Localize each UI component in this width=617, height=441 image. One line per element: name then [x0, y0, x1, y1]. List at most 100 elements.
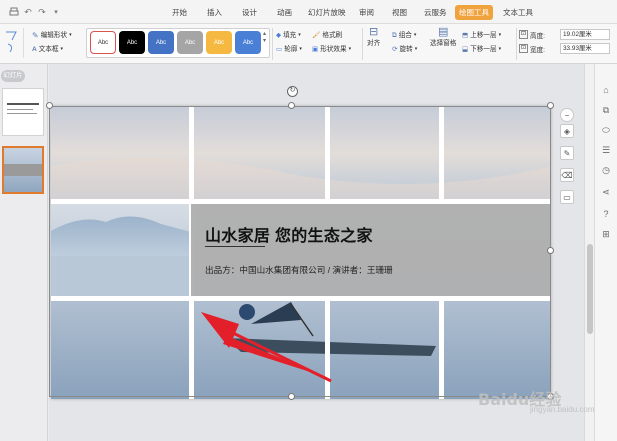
- tab-animation[interactable]: 动画: [277, 5, 292, 20]
- bring-forward-button[interactable]: ⬒ 上移一层 ▾: [462, 30, 501, 41]
- undo-icon[interactable]: ↶: [22, 6, 34, 18]
- chevron-down-icon: ▾: [298, 32, 301, 38]
- slides-tab[interactable]: 幻灯片: [1, 70, 25, 82]
- pen-icon[interactable]: ✎: [560, 146, 574, 160]
- thumb-text-line: [7, 109, 33, 110]
- vertical-scrollbar[interactable]: [584, 64, 594, 441]
- zoom-out-icon[interactable]: −: [560, 108, 574, 122]
- selection-pane-icon: ▤: [437, 26, 449, 38]
- more-icon[interactable]: ▾: [50, 6, 62, 18]
- group-button[interactable]: ⧉ 组合 ▾: [392, 30, 416, 41]
- slide-thumbnail-1[interactable]: [2, 88, 44, 136]
- slide-thumbnail-2[interactable]: [2, 146, 44, 194]
- height-input[interactable]: 19.02厘米: [560, 29, 610, 40]
- group-icon: ⧉: [392, 32, 397, 39]
- selection-pane-button[interactable]: ▤ 选择窗格: [430, 26, 456, 58]
- resize-handle[interactable]: [288, 393, 295, 400]
- rotate-handle-icon[interactable]: ↻: [287, 86, 298, 97]
- slide[interactable]: 山水家居 您的生态之家 出品方：中国山水集团有限公司 / 演讲者：王珊珊: [51, 106, 551, 399]
- ribbon-separator: [362, 28, 363, 60]
- chevron-down-icon: ▾: [299, 46, 302, 52]
- tab-review[interactable]: 审阅: [359, 5, 374, 20]
- tab-drawing-tools[interactable]: 绘图工具: [455, 5, 493, 20]
- slide-thumbnail-panel: 幻灯片: [0, 64, 48, 441]
- shape-icon[interactable]: ⬭: [600, 124, 612, 136]
- redo-icon[interactable]: ↷: [36, 6, 48, 18]
- copy-icon[interactable]: ⧉: [600, 104, 612, 116]
- tab-text-tools[interactable]: 文本工具: [503, 5, 533, 20]
- thumb-text-line: [7, 113, 37, 114]
- fill-button[interactable]: ◆ 填充 ▾: [276, 30, 301, 41]
- slide-canvas: 山水家居 您的生态之家 出品方：中国山水集团有限公司 / 演讲者：王珊珊 ↻ −…: [46, 64, 584, 441]
- home-icon[interactable]: ⌂: [600, 84, 612, 96]
- tab-home[interactable]: 开始: [172, 5, 187, 20]
- chevron-down-icon: ▾: [414, 46, 418, 52]
- ribbon-separator: [272, 28, 273, 60]
- style-preset-1[interactable]: Abc: [90, 31, 116, 54]
- width-input[interactable]: 33.93厘米: [560, 43, 610, 54]
- style-preset-4[interactable]: Abc: [177, 31, 203, 54]
- chevron-down-icon: ▾: [498, 32, 502, 38]
- chevron-down-icon: ▾: [348, 46, 352, 52]
- tab-design[interactable]: 设计: [242, 5, 257, 20]
- shape-gallery[interactable]: [2, 28, 24, 58]
- frame-icon[interactable]: ▭: [560, 190, 574, 204]
- align-button[interactable]: ⊟ 对齐: [367, 26, 380, 58]
- chevron-down-icon: ▾: [60, 46, 64, 52]
- tab-cloud[interactable]: 云服务: [424, 5, 447, 20]
- text-box-icon: A: [32, 46, 37, 53]
- outline-button[interactable]: ▭ 轮廓 ▾: [276, 44, 302, 55]
- edit-shape-button[interactable]: ✎ 编辑形状 ▾: [32, 30, 72, 41]
- height-label: 高度:: [530, 33, 546, 40]
- outline-icon: ▭: [276, 46, 283, 53]
- layers-icon[interactable]: ◈: [560, 124, 574, 138]
- settings-icon[interactable]: ☰: [600, 144, 612, 156]
- rotate-button[interactable]: ⟳ 旋转 ▾: [392, 44, 417, 55]
- resize-handle[interactable]: [288, 102, 295, 109]
- print-icon[interactable]: [8, 6, 20, 18]
- share-icon[interactable]: ⋖: [600, 186, 612, 198]
- bring-forward-icon: ⬒: [462, 32, 469, 39]
- text-box-button[interactable]: A 文本框 ▾: [32, 44, 63, 55]
- rotate-icon: ⟳: [392, 46, 398, 53]
- chevron-down-icon: ▾: [413, 32, 417, 38]
- width-label: 宽度:: [530, 47, 546, 54]
- apps-icon[interactable]: ⊞: [600, 228, 612, 240]
- brush-icon: 🖌: [312, 32, 321, 39]
- baidu-watermark-url: jingyan.baidu.com: [530, 405, 595, 414]
- edit-shape-icon: ✎: [32, 31, 39, 40]
- width-lock-icon[interactable]: ⊡: [519, 44, 528, 53]
- style-preset-6[interactable]: Abc: [235, 31, 261, 54]
- send-backward-button[interactable]: ⬓ 下移一层 ▾: [462, 44, 501, 55]
- style-preset-5[interactable]: Abc: [206, 31, 232, 54]
- send-backward-icon: ⬓: [462, 46, 469, 53]
- style-preset-3[interactable]: Abc: [148, 31, 174, 54]
- fill-icon: ◆: [276, 32, 282, 39]
- history-icon[interactable]: ◷: [600, 164, 612, 176]
- effects-icon: ▣: [312, 46, 319, 53]
- ribbon-separator: [516, 28, 517, 60]
- tab-slideshow[interactable]: 幻灯片放映: [308, 5, 346, 20]
- chevron-down-icon: ▾: [69, 32, 72, 38]
- format-painter-button[interactable]: 🖌 格式刷: [312, 30, 342, 41]
- thumb-banner: [4, 164, 42, 176]
- align-icon: ⊟: [368, 26, 379, 38]
- gallery-scroll-icon[interactable]: ▴ ▾: [263, 30, 266, 44]
- tab-view[interactable]: 视图: [392, 5, 407, 20]
- help-icon[interactable]: ?: [600, 208, 612, 220]
- tab-insert[interactable]: 插入: [207, 5, 222, 20]
- ribbon-toolbar: ✎ 编辑形状 ▾ A 文本框 ▾ Abc Abc Abc Abc Abc Abc…: [0, 24, 617, 64]
- right-sidebar: ⌂ ⧉ ⬭ ☰ ◷ ⋖ ? ⊞: [594, 64, 617, 441]
- style-preset-2[interactable]: Abc: [119, 31, 145, 54]
- resize-handle[interactable]: [547, 102, 554, 109]
- shape-effects-button[interactable]: ▣ 形状效果 ▾: [312, 44, 351, 55]
- resize-handle[interactable]: [547, 247, 554, 254]
- red-arrow-annotation: [201, 312, 332, 383]
- wps-presentation-window: ↶ ↷ ▾ 开始 插入 设计 动画 幻灯片放映 审阅 视图 云服务 绘图工具 文…: [0, 0, 617, 441]
- resize-handle[interactable]: [46, 102, 53, 109]
- chevron-down-icon: ▾: [498, 46, 502, 52]
- scrollbar-thumb[interactable]: [587, 244, 593, 334]
- menu-bar: ↶ ↷ ▾ 开始 插入 设计 动画 幻灯片放映 审阅 视图 云服务 绘图工具 文…: [0, 0, 617, 24]
- eraser-icon[interactable]: ⌫: [560, 168, 574, 182]
- height-lock-icon[interactable]: ⊡: [519, 30, 528, 39]
